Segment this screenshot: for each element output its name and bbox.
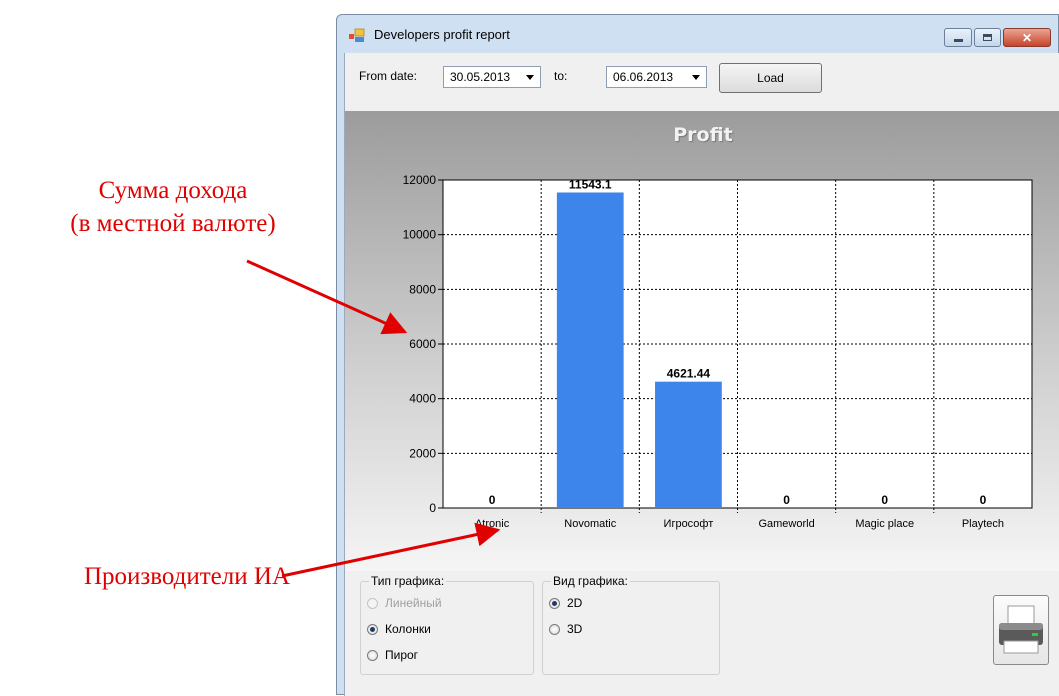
- x-axis-annotation-arrow: [281, 522, 501, 578]
- y-axis-annotation-arrow: [246, 259, 408, 335]
- annotation-arrows: [246, 259, 501, 578]
